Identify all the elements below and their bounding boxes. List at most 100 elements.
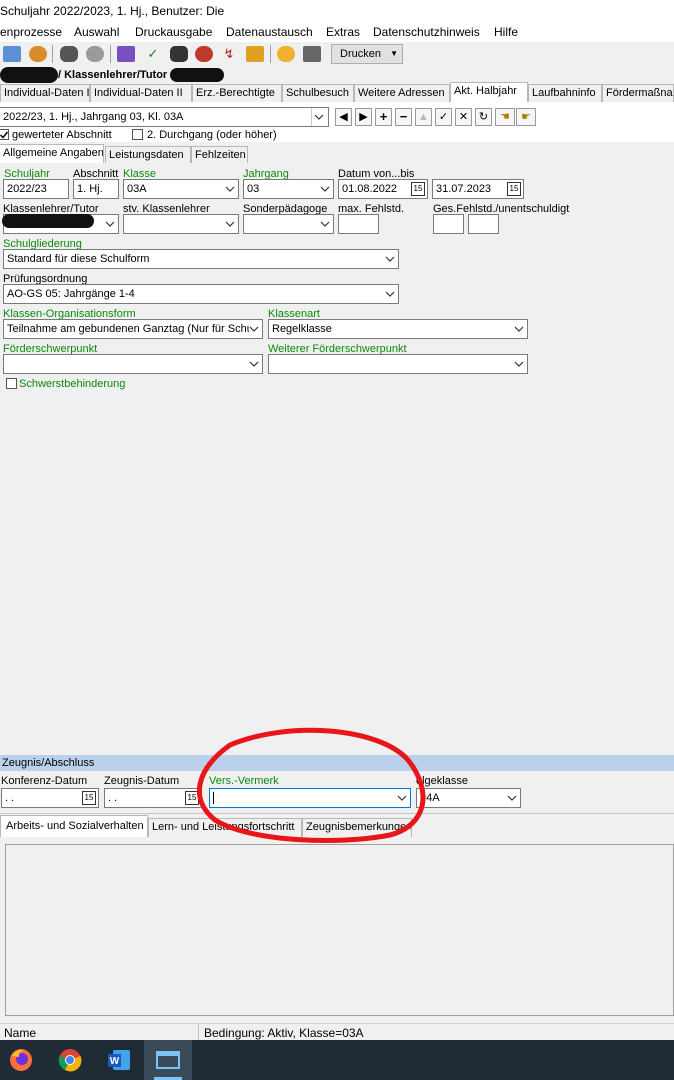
durchgang-checkbox[interactable] [132,129,143,140]
printer-icon[interactable] [303,46,321,62]
abschnitt-input[interactable]: 1. Hj. [73,179,119,199]
tab-individual-daten-1[interactable]: Individual-Daten I [0,84,90,102]
calendar-icon[interactable]: 15 [411,182,425,196]
subtab-allgemeine-angaben[interactable]: Allgemeine Angaben [0,144,104,163]
jahrgang-select[interactable]: 03 [243,179,334,199]
arbeits-sozialverhalten-textarea[interactable] [5,844,674,1016]
nav-delete-button[interactable]: − [395,108,412,126]
nav-add-button[interactable]: + [375,108,392,126]
menu-druckausgabe[interactable]: Druckausgabe [135,22,212,42]
menu-datenaustausch[interactable]: Datenaustausch [226,22,313,42]
tab-erz-berechtigte[interactable]: Erz.-Berechtigte [192,84,282,102]
chevron-down-icon [105,215,115,233]
menu-prozesse[interactable]: enprozesse [0,22,62,42]
tab-foerdermassnahmen[interactable]: Fördermaßnah [602,84,674,102]
sonderpaedagoge-select[interactable] [243,214,334,234]
nav-point-right-icon[interactable]: ☛ [516,108,536,126]
menu-datenschutzhinweis[interactable]: Datenschutzhinweis [373,22,480,42]
abschnitt-value: 1. Hj. [77,183,103,195]
folgeklasse-label: olgeklasse [416,775,468,787]
tab-schulbesuch[interactable]: Schulbesuch [282,84,354,102]
chevron-down-icon [225,180,235,198]
period-select[interactable]: 2022/23, 1. Hj., Jahrgang 03, Kl. 03A [0,107,329,127]
nav-refresh-button[interactable]: ↻ [475,108,492,126]
max-fehlstd-input[interactable] [338,214,379,234]
nav-prev-button[interactable]: ◀ [335,108,352,126]
folgeklasse-select[interactable]: 04A [416,788,521,808]
zeugnis-section-header: Zeugnis/Abschluss [0,755,674,771]
schulgliederung-value: Standard für diese Schulform [7,253,150,265]
pruefungsordnung-select[interactable]: AO-GS 05: Jahrgänge 1-4 [3,284,399,304]
person-icon[interactable] [29,46,47,62]
menu-auswahl[interactable]: Auswahl [74,22,119,42]
klasse-select[interactable]: 03A [123,179,239,199]
nav-point-left-icon[interactable]: ☚ [495,108,515,126]
durchgang-label: 2. Durchgang (oder höher) [147,129,277,141]
schwerstbehinderung-label: Schwerstbehinderung [19,378,126,390]
filter-icon[interactable] [117,46,135,62]
konferenz-label: Konferenz-Datum [1,775,88,787]
nav-confirm-button[interactable]: ✓ [435,108,452,126]
gewerteter-label: gewerteter Abschnitt [12,129,112,141]
word-icon[interactable]: W [105,1046,133,1074]
ges-fehlstd-input[interactable] [433,214,464,234]
tab-arbeits-sozialverhalten[interactable]: Arbeits- und Sozialverhalten [0,815,148,837]
redacted-teacher [2,214,94,228]
stv-klassenlehrer-select[interactable] [123,214,239,234]
nav-cancel-button[interactable]: ✕ [455,108,472,126]
schulgliederung-select[interactable]: Standard für diese Schulform [3,249,399,269]
tab-lern-leistungsfortschritt[interactable]: Lern- und Leistungsfortschritt [148,818,302,837]
group-icon[interactable] [277,46,295,62]
chevron-down-icon [507,789,517,807]
foerderschwerpunkt-select[interactable] [3,354,263,374]
taskbar-active-app[interactable] [144,1040,192,1080]
funnel-icon[interactable]: ✓ [144,46,162,62]
unentschuldigt-input[interactable] [468,214,499,234]
menu-hilfe[interactable]: Hilfe [494,22,518,42]
nav-edit-button[interactable]: ▲ [415,108,432,126]
tab-zeugnisbemerkungen[interactable]: Zeugnisbemerkungen [302,818,412,837]
konferenz-date-input[interactable]: . . 15 [1,788,99,808]
chevron-down-icon [320,180,330,198]
datum-bis-input[interactable]: 31.07.2023 15 [432,179,524,199]
calendar-icon[interactable]: 15 [507,182,521,196]
main-tabs: Individual-Daten I Individual-Daten II E… [0,82,674,102]
datum-von-input[interactable]: 01.08.2022 15 [338,179,428,199]
tab-akt-halbjahr[interactable]: Akt. Halbjahr [450,82,528,102]
nav-next-button[interactable]: ▶ [355,108,372,126]
chart-icon[interactable] [246,46,264,62]
tab-laufbahninfo[interactable]: Laufbahninfo [528,84,602,102]
lock-icon[interactable] [60,46,78,62]
window-title: Schuljahr 2022/2023, 1. Hj., Benutzer: D… [0,0,674,22]
student-name-bar: / Klassenlehrer/Tutor [0,66,674,84]
chrome-icon[interactable] [56,1046,84,1074]
chevron-down-icon [385,285,395,303]
chevron-down-icon [397,789,407,807]
print-button[interactable]: Drucken ▼ [331,44,403,64]
schwerstbehinderung-checkbox[interactable] [6,378,17,389]
subtab-leistungsdaten[interactable]: Leistungsdaten [105,146,191,163]
tab-weitere-adressen[interactable]: Weitere Adressen [354,84,450,102]
firefox-icon[interactable] [7,1046,35,1074]
schuljahr-input[interactable]: 2022/23 [3,179,69,199]
menu-extras[interactable]: Extras [326,22,360,42]
org-form-select[interactable]: Teilnahme am gebundenen Ganztag (Nur für… [3,319,263,339]
arrow-link-icon[interactable]: ↯ [220,46,238,62]
calendar-icon[interactable]: 15 [82,791,96,805]
copy-icon[interactable] [3,46,21,62]
tab-individual-daten-2[interactable]: Individual-Daten II [90,84,192,102]
konferenz-value: . . [5,792,15,804]
zeugnis-date-input[interactable]: . . 15 [104,788,202,808]
binoculars-icon[interactable] [170,46,188,62]
gewerteter-checkbox[interactable] [0,129,9,140]
alarm-clock-icon[interactable] [195,46,213,62]
klassenart-select[interactable]: Regelklasse [268,319,528,339]
user-gray-icon[interactable] [86,46,104,62]
subtab-fehlzeiten[interactable]: Fehlzeiten [191,146,248,163]
schuljahr-value: 2022/23 [7,183,47,195]
chevron-down-icon [514,320,524,338]
vermerk-select[interactable] [209,788,411,808]
calendar-icon[interactable]: 15 [185,791,199,805]
weiterer-foerder-select[interactable] [268,354,528,374]
name-bar-label: / Klassenlehrer/Tutor [58,69,168,81]
